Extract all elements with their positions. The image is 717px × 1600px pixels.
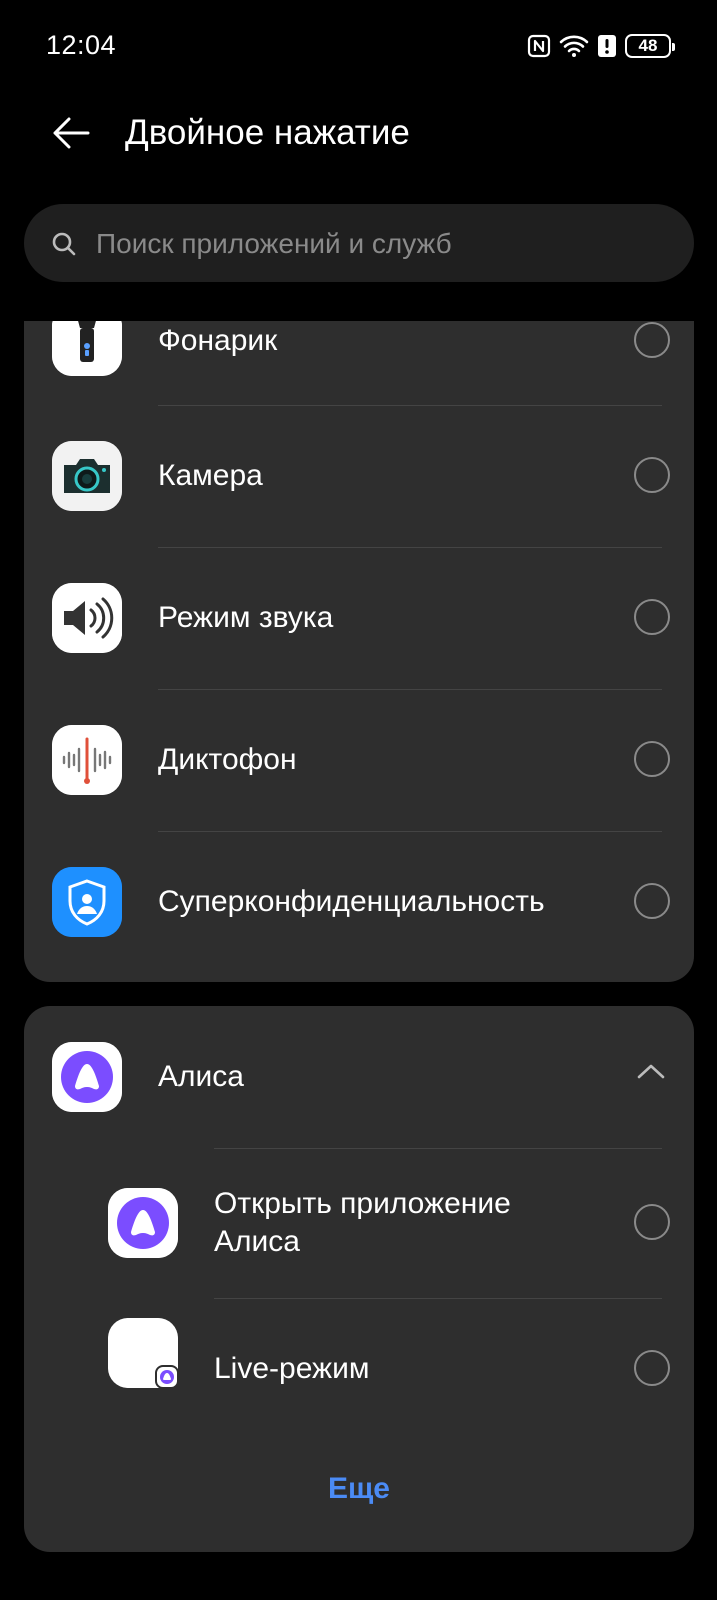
list-item-sound-mode[interactable]: Режим звука <box>24 547 694 689</box>
radio-button[interactable] <box>634 883 670 919</box>
list-item-open-alice[interactable]: Открыть приложение Алиса <box>24 1148 694 1298</box>
list-item-camera[interactable]: Камера <box>24 405 694 547</box>
chevron-up-icon[interactable] <box>636 1062 666 1080</box>
list-item-flashlight[interactable]: Фонарик <box>24 321 694 412</box>
list-item-live-mode[interactable]: Live-режим <box>24 1298 694 1440</box>
battery-level: 48 <box>638 36 658 55</box>
alice-icon <box>108 1188 178 1258</box>
app-list-card: Фонарик Камера Режим звука Диктофон Супе… <box>24 321 694 982</box>
list-item-recorder[interactable]: Диктофон <box>24 689 694 831</box>
live-mode-icon <box>108 1318 179 1389</box>
alice-group-label: Алиса <box>158 1060 244 1093</box>
search-bar[interactable] <box>24 204 694 284</box>
status-bar: 12:04 48 <box>46 28 675 64</box>
more-button[interactable]: Еще <box>24 1472 694 1506</box>
alice-icon <box>52 1042 122 1112</box>
radio-button[interactable] <box>634 322 670 358</box>
search-input[interactable] <box>94 204 658 284</box>
radio-button[interactable] <box>634 1350 670 1386</box>
list-item-label: Диктофон <box>158 743 297 776</box>
list-item-super-privacy[interactable]: Суперконфиденциальность <box>24 831 694 973</box>
alice-group-header[interactable]: Алиса <box>24 1006 694 1148</box>
status-icons: 48 <box>527 34 675 58</box>
list-item-label: Фонарик <box>158 324 278 357</box>
status-time: 12:04 <box>46 30 117 60</box>
alice-group-card: Алиса Открыть приложение Алиса Live-режи… <box>24 1006 694 1552</box>
nfc-icon <box>527 34 551 58</box>
radio-button[interactable] <box>634 599 670 635</box>
flashlight-icon <box>52 321 122 376</box>
radio-button[interactable] <box>634 457 670 493</box>
list-item-label: Открыть приложение Алиса <box>214 1187 511 1258</box>
search-icon <box>52 232 76 256</box>
radio-button[interactable] <box>634 1204 670 1240</box>
header: Двойное нажатие <box>0 104 717 164</box>
alert-icon <box>598 35 616 57</box>
back-arrow-icon[interactable] <box>50 112 92 154</box>
radio-button[interactable] <box>634 741 670 777</box>
list-item-label: Суперконфиденциальность <box>158 885 545 918</box>
battery-icon: 48 <box>625 34 675 58</box>
recorder-icon <box>52 725 122 795</box>
list-item-label: Режим звука <box>158 601 334 634</box>
list-item-label: Камера <box>158 459 263 492</box>
wifi-icon <box>559 35 589 57</box>
privacy-shield-icon <box>52 867 122 937</box>
list-item-label: Live-режим <box>214 1352 370 1385</box>
page-title: Двойное нажатие <box>125 113 410 152</box>
sound-mode-icon <box>52 583 122 653</box>
camera-icon <box>52 441 122 511</box>
